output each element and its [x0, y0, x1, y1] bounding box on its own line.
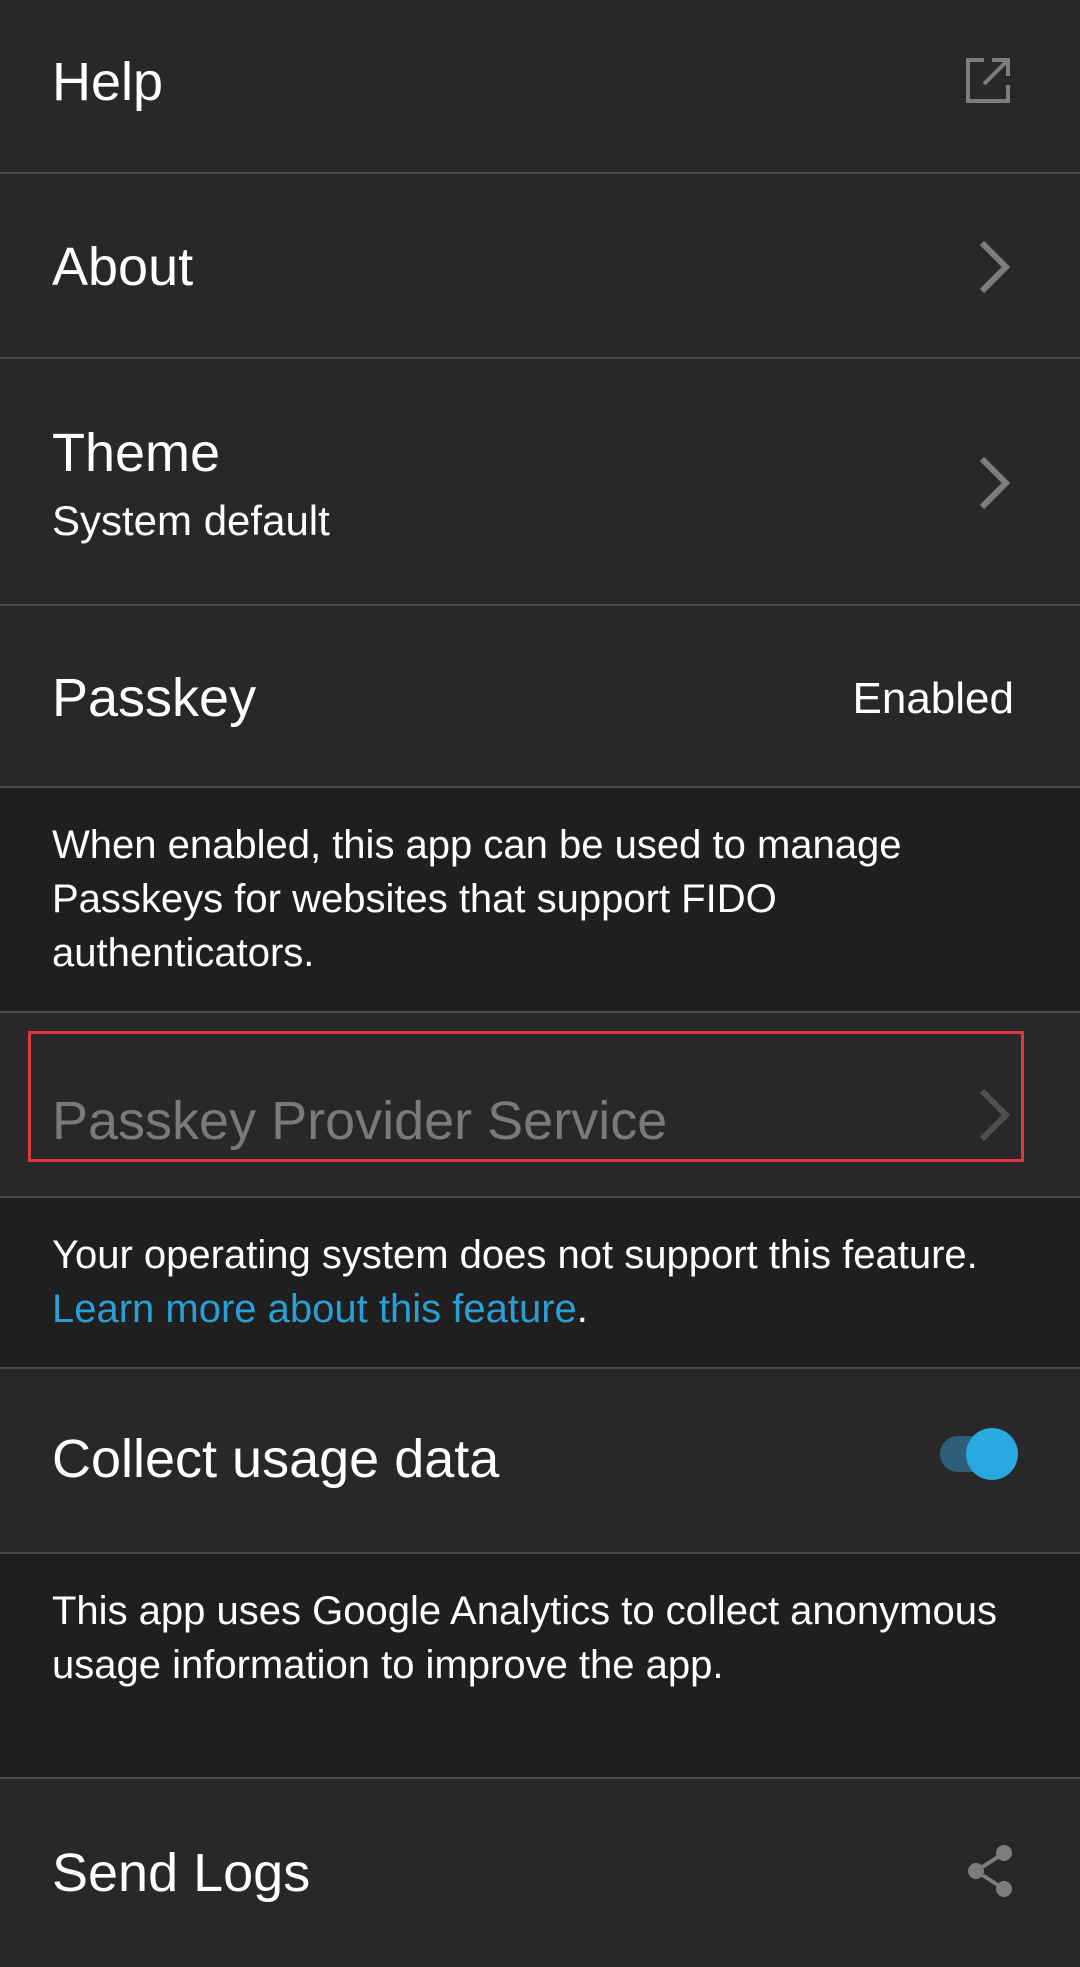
- usage-data-description: This app uses Google Analytics to collec…: [52, 1589, 997, 1687]
- share-icon: [964, 1843, 1016, 1899]
- usage-data-description-block: This app uses Google Analytics to collec…: [0, 1554, 1080, 1779]
- passkey-provider-label: Passkey Provider Service: [52, 1091, 668, 1151]
- passkey-status: Enabled: [852, 674, 1014, 723]
- settings-item-passkey[interactable]: Passkey Enabled: [0, 606, 1080, 788]
- theme-label: Theme: [52, 423, 221, 483]
- passkey-description-block: When enabled, this app can be used to ma…: [0, 788, 1080, 1013]
- settings-item-collect-usage-data[interactable]: Collect usage data: [0, 1369, 1080, 1554]
- passkey-provider-description-text: Your operating system does not support t…: [52, 1233, 978, 1277]
- collect-usage-label: Collect usage data: [52, 1429, 500, 1489]
- chevron-right-icon: [974, 453, 1014, 513]
- passkey-provider-description-block: Your operating system does not support t…: [0, 1198, 1080, 1369]
- chevron-right-icon: [974, 1085, 1014, 1145]
- passkey-provider-description: Your operating system does not support t…: [52, 1228, 1030, 1336]
- passkey-description: When enabled, this app can be used to ma…: [52, 823, 902, 975]
- settings-item-help[interactable]: Help: [0, 0, 1080, 174]
- passkey-provider-description-end: .: [576, 1287, 588, 1331]
- about-label: About: [52, 237, 194, 297]
- chevron-right-icon: [974, 237, 1014, 297]
- settings-item-about[interactable]: About: [0, 174, 1080, 359]
- settings-item-passkey-provider-service[interactable]: Passkey Provider Service: [0, 1013, 1080, 1198]
- collect-usage-toggle[interactable]: [936, 1424, 1020, 1484]
- learn-more-link[interactable]: Learn more about this feature: [52, 1287, 577, 1331]
- toggle-thumb: [966, 1428, 1018, 1480]
- settings-item-send-logs[interactable]: Send Logs: [0, 1779, 1080, 1967]
- theme-value: System default: [52, 497, 330, 544]
- help-label: Help: [52, 52, 164, 112]
- passkey-label: Passkey: [52, 668, 257, 728]
- send-logs-label: Send Logs: [52, 1843, 311, 1903]
- open-external-icon: [962, 55, 1014, 107]
- settings-item-theme[interactable]: Theme System default: [0, 359, 1080, 606]
